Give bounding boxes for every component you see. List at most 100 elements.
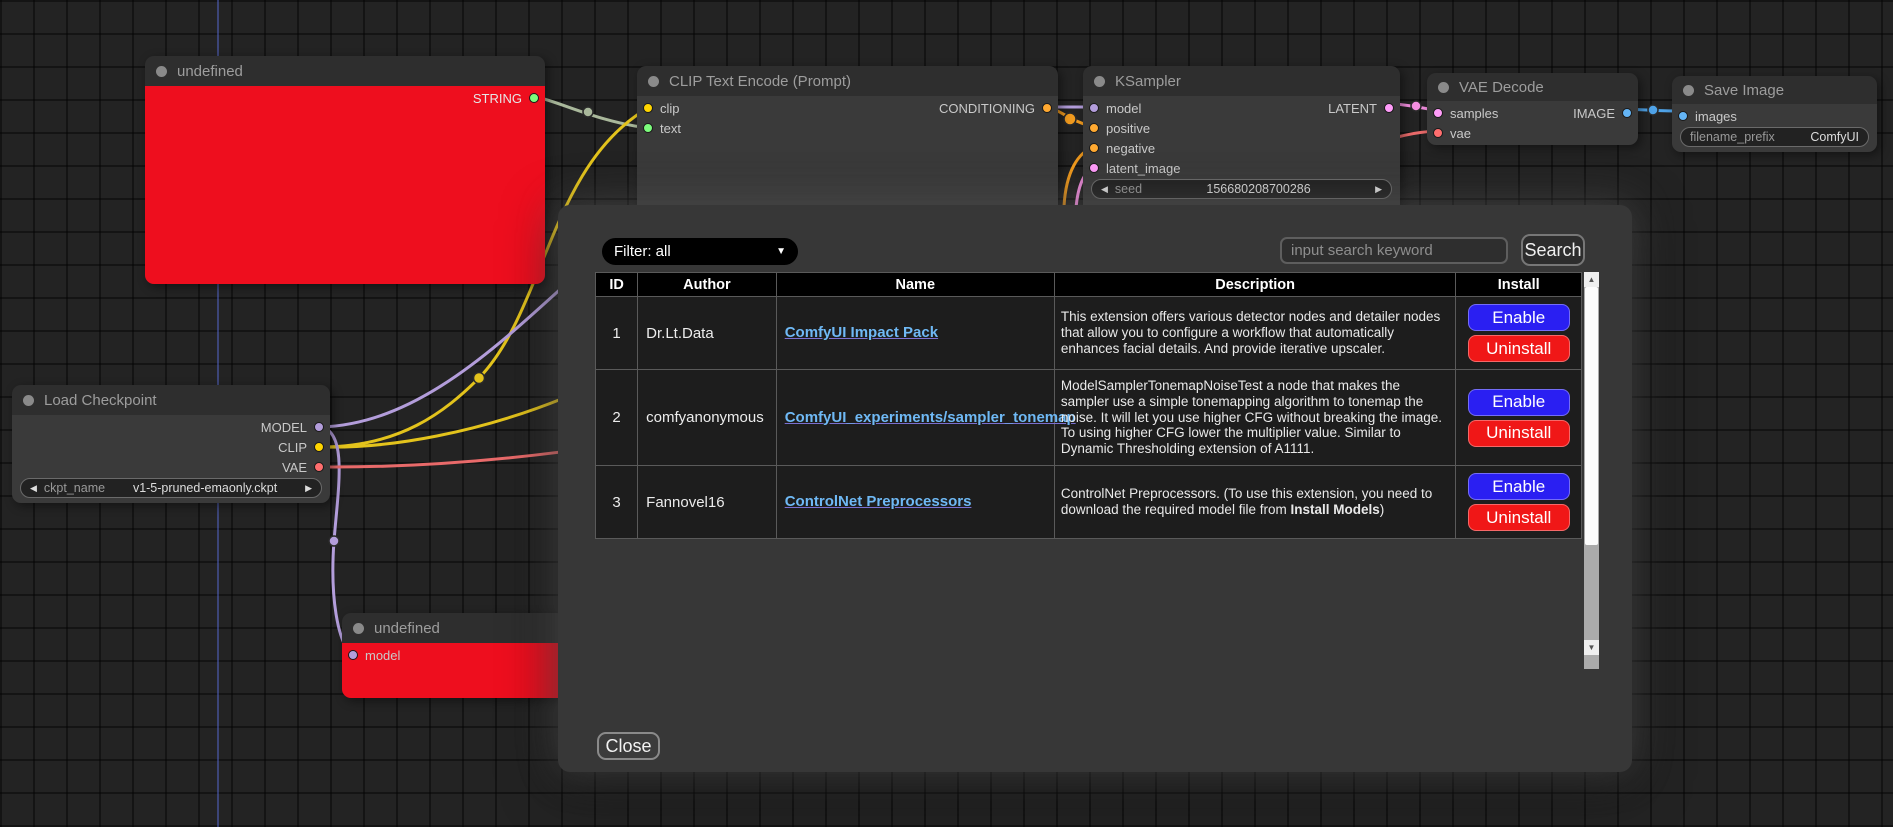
input-label-images: images	[1695, 109, 1737, 124]
column-header-name: Name	[776, 273, 1054, 297]
reroute-dot-clip	[474, 373, 485, 384]
cell-description: This extension offers various detector n…	[1054, 297, 1456, 370]
scrollbar-thumb[interactable]	[1585, 287, 1598, 545]
cell-id: 2	[596, 370, 638, 466]
widget-label: ckpt_name	[44, 481, 105, 495]
cell-description: ModelSamplerTonemapNoiseTest a node that…	[1054, 370, 1456, 466]
input-slot-model[interactable]	[348, 650, 358, 660]
output-slot-clip[interactable]	[314, 442, 324, 452]
cell-author: comfyanonymous	[638, 370, 777, 466]
widget-decrement-icon[interactable]: ◀	[1101, 185, 1108, 194]
node-title: KSampler	[1115, 73, 1181, 90]
node-undefined-bottom[interactable]: undefined model	[342, 613, 566, 698]
input-slot-samples[interactable]	[1433, 108, 1443, 118]
uninstall-button[interactable]: Uninstall	[1468, 335, 1570, 362]
collapse-dot-icon[interactable]	[23, 395, 34, 406]
output-label-vae: VAE	[282, 460, 307, 475]
widget-decrement-icon[interactable]: ◀	[30, 484, 37, 493]
input-label-vae: vae	[1450, 126, 1471, 141]
output-label-string: STRING	[473, 91, 522, 106]
reroute-dot-string	[583, 107, 593, 117]
output-label-model: MODEL	[261, 420, 307, 435]
vertical-scrollbar[interactable]: ▲ ▼	[1584, 272, 1599, 669]
input-slot-images[interactable]	[1678, 111, 1688, 121]
collapse-dot-icon[interactable]	[648, 76, 659, 87]
extension-table: ID Author Name Description Install 1 Dr.…	[595, 272, 1582, 539]
output-slot-string[interactable]	[529, 93, 539, 103]
node-title: Load Checkpoint	[44, 392, 157, 409]
table-header-row: ID Author Name Description Install	[596, 273, 1582, 297]
cell-id: 3	[596, 466, 638, 539]
cell-description: ControlNet Preprocessors. (To use this e…	[1054, 466, 1456, 539]
input-slot-text[interactable]	[643, 123, 653, 133]
node-vae-decode[interactable]: VAE Decode samples IMAGE vae	[1427, 73, 1638, 145]
output-slot-model[interactable]	[314, 422, 324, 432]
node-body: STRING	[145, 86, 545, 284]
extension-table-container: ID Author Name Description Install 1 Dr.…	[595, 272, 1599, 669]
node-undefined-top[interactable]: undefined STRING	[145, 56, 545, 284]
output-label-clip: CLIP	[278, 440, 307, 455]
enable-button[interactable]: Enable	[1468, 389, 1570, 416]
widget-increment-icon[interactable]: ▶	[305, 484, 312, 493]
scroll-up-icon[interactable]: ▲	[1584, 272, 1599, 287]
node-load-checkpoint[interactable]: Load Checkpoint MODEL CLIP VAE	[12, 385, 330, 503]
filename-prefix-widget[interactable]: filename_prefix ComfyUI	[1680, 127, 1869, 147]
collapse-dot-icon[interactable]	[353, 623, 364, 634]
seed-widget[interactable]: ◀ seed 156680208700286 ▶	[1091, 179, 1392, 199]
collapse-dot-icon[interactable]	[1438, 82, 1449, 93]
collapse-dot-icon[interactable]	[156, 66, 167, 77]
extension-link[interactable]: ControlNet Preprocessors	[785, 493, 972, 510]
node-title-bar[interactable]: Load Checkpoint	[12, 385, 330, 415]
output-slot-conditioning[interactable]	[1042, 103, 1052, 113]
enable-button[interactable]: Enable	[1468, 304, 1570, 331]
search-button[interactable]: Search	[1521, 234, 1585, 266]
output-slot-image[interactable]	[1622, 108, 1632, 118]
search-input[interactable]	[1280, 237, 1508, 264]
widget-value[interactable]: v1-5-pruned-emaonly.ckpt	[133, 481, 277, 495]
input-slot-negative[interactable]	[1089, 143, 1099, 153]
node-title: undefined	[177, 63, 243, 80]
input-slot-latent-image[interactable]	[1089, 163, 1099, 173]
node-title-bar[interactable]: undefined	[145, 56, 545, 86]
filter-select[interactable]: Filter: all ▼	[602, 238, 798, 265]
node-title-bar[interactable]: Save Image	[1672, 76, 1877, 104]
input-slot-positive[interactable]	[1089, 123, 1099, 133]
node-title-bar[interactable]: CLIP Text Encode (Prompt)	[637, 66, 1058, 96]
scroll-down-icon[interactable]: ▼	[1584, 640, 1599, 655]
column-header-install: Install	[1456, 273, 1582, 297]
input-slot-model[interactable]	[1089, 103, 1099, 113]
widget-label: filename_prefix	[1690, 130, 1775, 144]
node-body: samples IMAGE vae	[1427, 101, 1638, 145]
node-title-bar[interactable]: undefined	[342, 613, 566, 643]
uninstall-button[interactable]: Uninstall	[1468, 504, 1570, 531]
widget-increment-icon[interactable]: ▶	[1375, 185, 1382, 194]
reroute-dot-latent	[1411, 101, 1421, 111]
wire-string	[537, 97, 648, 128]
uninstall-button[interactable]: Uninstall	[1468, 420, 1570, 447]
close-button[interactable]: Close	[597, 732, 660, 760]
node-title: Save Image	[1704, 82, 1784, 99]
enable-button[interactable]: Enable	[1468, 473, 1570, 500]
output-slot-vae[interactable]	[314, 462, 324, 472]
node-title-bar[interactable]: KSampler	[1083, 66, 1400, 96]
output-label-latent: LATENT	[1328, 101, 1377, 116]
reroute-dot-conditioning	[1064, 113, 1076, 125]
cell-author: Fannovel16	[638, 466, 777, 539]
collapse-dot-icon[interactable]	[1094, 76, 1105, 87]
collapse-dot-icon[interactable]	[1683, 85, 1694, 96]
extension-link[interactable]: ComfyUI Impact Pack	[785, 324, 938, 341]
output-slot-latent[interactable]	[1384, 103, 1394, 113]
widget-value[interactable]: ComfyUI	[1810, 130, 1859, 144]
column-header-description: Description	[1054, 273, 1456, 297]
node-title: undefined	[374, 620, 440, 637]
input-slot-clip[interactable]	[643, 103, 653, 113]
ckpt-name-widget[interactable]: ◀ ckpt_name v1-5-pruned-emaonly.ckpt ▶	[20, 478, 322, 498]
widget-label: seed	[1115, 182, 1142, 196]
node-title-bar[interactable]: VAE Decode	[1427, 73, 1638, 101]
input-slot-vae[interactable]	[1433, 128, 1443, 138]
widget-value[interactable]: 156680208700286	[1206, 182, 1310, 196]
extension-link[interactable]: ComfyUI_experiments/sampler_tonemap	[785, 409, 1076, 426]
node-save-image[interactable]: Save Image images filename_prefix ComfyU…	[1672, 76, 1877, 152]
table-row: 1 Dr.Lt.Data ComfyUI Impact Pack This ex…	[596, 297, 1582, 370]
filter-select-label: Filter: all	[614, 243, 671, 260]
